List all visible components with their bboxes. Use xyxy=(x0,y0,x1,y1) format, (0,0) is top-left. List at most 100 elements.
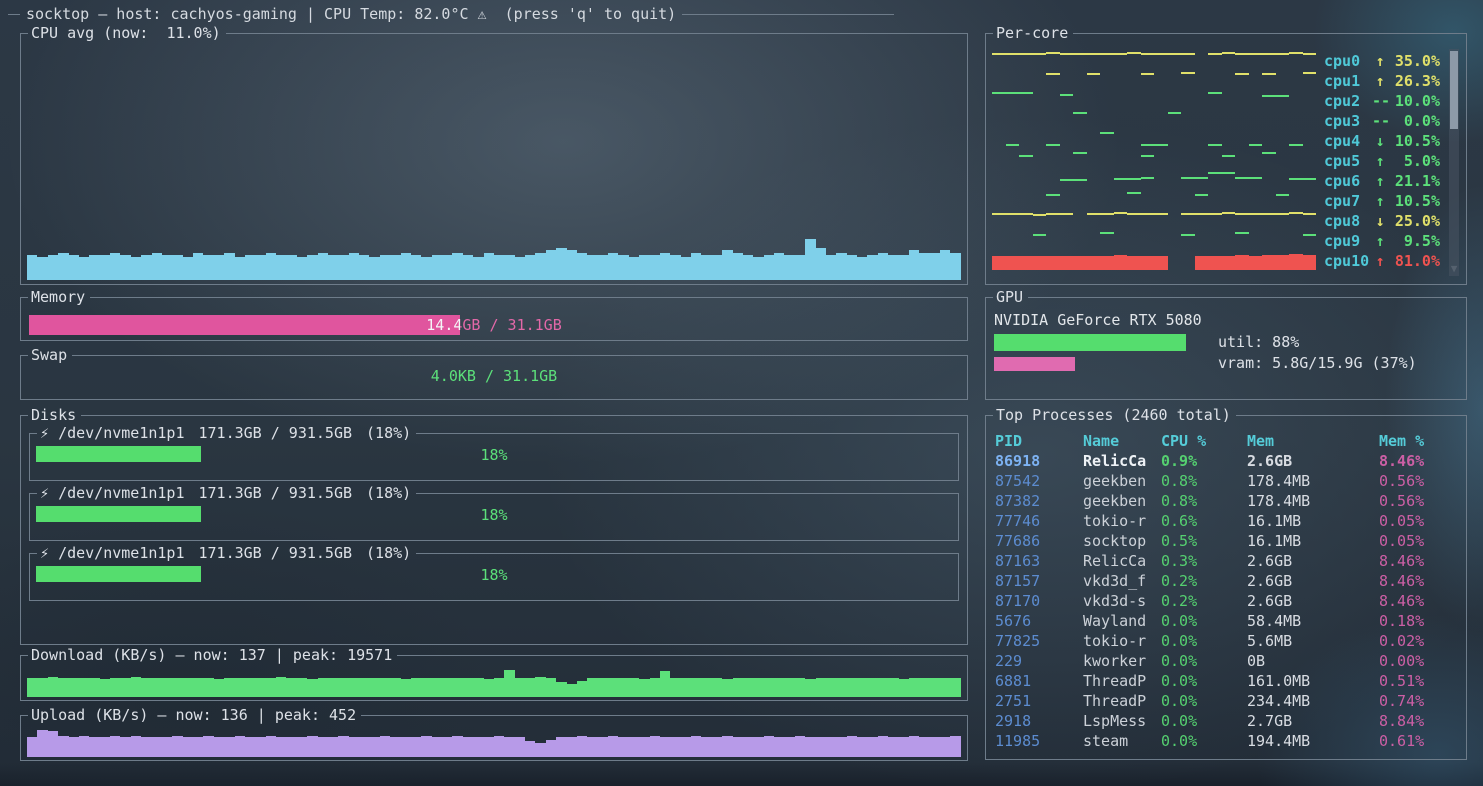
chart-bar xyxy=(784,737,794,757)
chart-bar xyxy=(452,678,462,697)
process-row[interactable]: 2918LspMess0.0%2.7GB8.84% xyxy=(987,711,1465,731)
swap-panel: Swap 4.0KB / 31.1GB xyxy=(20,355,968,400)
titlebar-border-line xyxy=(682,14,894,15)
sparkline-segment xyxy=(1289,212,1303,214)
chart-bar xyxy=(432,255,442,280)
scrollbar-thumb[interactable] xyxy=(1450,51,1458,129)
chart-bar xyxy=(909,678,919,697)
sparkline-segment xyxy=(1127,178,1141,180)
process-row[interactable]: 77746tokio-r0.6%16.1MB0.05% xyxy=(987,511,1465,531)
chart-bar xyxy=(525,741,535,757)
core-trend-icon: ↑ xyxy=(1372,172,1388,190)
process-row[interactable]: 77686socktop0.5%16.1MB0.05% xyxy=(987,531,1465,551)
sparkline-segment xyxy=(1181,177,1195,179)
chart-bar xyxy=(69,678,79,697)
chart-bar xyxy=(307,736,317,757)
process-pid: 77686 xyxy=(995,531,1083,551)
sparkline-segment xyxy=(1100,53,1114,55)
process-name: socktop xyxy=(1083,531,1161,551)
chart-bar xyxy=(650,255,660,280)
process-mem: 58.4MB xyxy=(1247,611,1379,631)
sparkline-segment xyxy=(1303,213,1317,215)
process-row[interactable]: 87382geekben0.8%178.4MB0.56% xyxy=(987,491,1465,511)
process-row[interactable]: 86918RelicCa0.9%2.6GB8.46% xyxy=(987,451,1465,471)
chart-bar xyxy=(567,684,577,697)
chart-bar xyxy=(608,678,618,697)
chart-bar xyxy=(670,737,680,757)
core-row: cpu10↑81.0% xyxy=(992,251,1440,271)
chart-bar xyxy=(753,737,763,757)
process-pid: 6881 xyxy=(995,671,1083,691)
chart-bar xyxy=(546,678,556,697)
sparkline-segment xyxy=(1208,53,1222,55)
process-cpu: 0.5% xyxy=(1161,531,1247,551)
process-row[interactable]: 11985steam0.0%194.4MB0.61% xyxy=(987,731,1465,751)
sparkline-segment xyxy=(1235,255,1249,270)
chart-bar xyxy=(235,257,245,280)
process-row[interactable]: 229kworker0.0%0B0.00% xyxy=(987,651,1465,671)
chart-bar xyxy=(203,678,213,697)
download-panel-header: Download (KB/s) — now: 137 | peak: 19571 xyxy=(21,646,967,664)
chart-bar xyxy=(89,255,99,280)
core-trend-icon: ↑ xyxy=(1372,192,1388,210)
process-row[interactable]: 87170vkd3d-s0.2%2.6GB8.46% xyxy=(987,591,1465,611)
process-memp: 0.02% xyxy=(1379,631,1465,651)
sparkline-segment xyxy=(1100,256,1114,270)
process-pid: 77825 xyxy=(995,631,1083,651)
chart-bar xyxy=(950,253,960,280)
chart-bar xyxy=(100,255,110,280)
titlebar-border-line xyxy=(8,14,20,15)
process-row[interactable]: 87157vkd3d_f0.2%2.6GB8.46% xyxy=(987,571,1465,591)
sparkline-segment xyxy=(1168,112,1182,114)
chart-bar xyxy=(183,678,193,697)
process-mem: 16.1MB xyxy=(1247,511,1379,531)
disk-percent: (18%) xyxy=(366,484,411,502)
chart-bar xyxy=(712,678,722,697)
chart-bar xyxy=(618,737,628,757)
sparkline-segment xyxy=(1195,177,1209,179)
process-row[interactable]: 6881ThreadP0.0%161.0MB0.51% xyxy=(987,671,1465,691)
chart-bar xyxy=(266,678,276,697)
sparkline-segment xyxy=(1100,132,1114,134)
process-memp: 0.56% xyxy=(1379,491,1465,511)
per-core-scrollbar[interactable]: ▼ xyxy=(1449,49,1459,276)
sparkline-segment xyxy=(1073,53,1087,55)
chart-bar xyxy=(577,736,587,757)
core-sparkline xyxy=(992,52,1316,70)
process-row[interactable]: 5676Wayland0.0%58.4MB0.18% xyxy=(987,611,1465,631)
sparkline-segment xyxy=(1127,192,1141,194)
chart-bar xyxy=(401,679,411,697)
sparkline-segment xyxy=(1073,179,1087,181)
chart-bar xyxy=(567,250,577,280)
chart-bar xyxy=(795,255,805,280)
gpu-util-gauge xyxy=(994,334,1212,351)
chart-bar xyxy=(712,737,722,757)
process-mem: 16.1MB xyxy=(1247,531,1379,551)
process-row[interactable]: 87542geekben0.8%178.4MB0.56% xyxy=(987,471,1465,491)
core-row: cpu7↑10.5% xyxy=(992,191,1440,211)
chart-bar xyxy=(380,255,390,280)
chart-bar xyxy=(473,678,483,697)
chart-bar xyxy=(629,737,639,757)
disk-usage: 171.3GB / 931.5GB xyxy=(199,424,353,442)
scroll-down-icon[interactable]: ▼ xyxy=(1449,262,1459,276)
chart-bar xyxy=(608,736,618,757)
process-cpu: 0.6% xyxy=(1161,511,1247,531)
process-cpu: 0.2% xyxy=(1161,571,1247,591)
sparkline-segment xyxy=(1073,112,1087,114)
chart-bar xyxy=(764,678,774,697)
upload-history-chart xyxy=(27,730,961,757)
core-trend-icon: ↑ xyxy=(1372,232,1388,250)
chart-bar xyxy=(795,678,805,697)
disk-item-header: ⚡ /dev/nvme1n1p1171.3GB / 931.5GB(18%) xyxy=(30,484,958,502)
sparkline-segment xyxy=(1262,95,1276,97)
process-row[interactable]: 2751ThreadP0.0%234.4MB0.74% xyxy=(987,691,1465,711)
chart-bar xyxy=(515,737,525,757)
chart-bar xyxy=(214,679,224,697)
process-name: geekben xyxy=(1083,491,1161,511)
core-name: cpu9 xyxy=(1324,232,1372,250)
process-cpu: 0.0% xyxy=(1161,611,1247,631)
process-row[interactable]: 77825tokio-r0.0%5.6MB0.02% xyxy=(987,631,1465,651)
chart-bar xyxy=(224,253,234,280)
process-row[interactable]: 87163RelicCa0.3%2.6GB8.46% xyxy=(987,551,1465,571)
